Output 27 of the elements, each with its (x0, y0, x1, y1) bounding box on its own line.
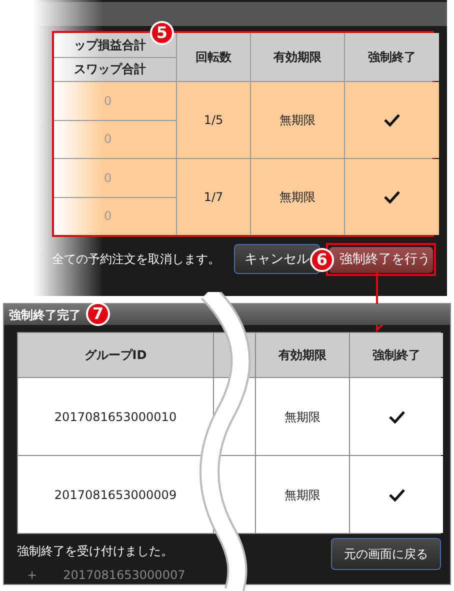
table-cell: 2017081653000009 (18, 456, 213, 533)
column-header: 回転数 (177, 33, 250, 81)
column-header: 有効期限 (251, 33, 344, 81)
table-cell: 0 (54, 82, 176, 120)
table-cell: 無期限 (251, 159, 344, 235)
table-cell: 無期限 (251, 82, 344, 158)
table-cell: 0 (54, 159, 176, 196)
column-header: 強制終了 (345, 33, 439, 81)
column-header: 強制終了 (350, 333, 443, 377)
table-cell: 2017081653000010 (18, 378, 213, 455)
group-id-text: 2017081653000007 (63, 567, 186, 584)
column-header: グループID (18, 333, 213, 377)
table-cell: 0 (54, 198, 176, 235)
table-cell: 無期限 (256, 456, 349, 533)
expand-sign: + (27, 567, 38, 584)
table-cell: 無期限 (256, 378, 349, 455)
table-cell: 0 (54, 120, 176, 158)
step-number-badge: 7 (86, 302, 110, 326)
force-close-button[interactable]: 強制終了を行う (329, 246, 433, 273)
table-cell: 1/7 (177, 159, 250, 235)
dialog-title: 強制終了完了 (9, 306, 81, 324)
column-header: スワップ合計 (54, 58, 176, 81)
confirm-message: 全ての予約注文を取消します。 (52, 251, 221, 268)
table-cell: 1/5 (177, 82, 250, 158)
complete-message: 強制終了を受け付けました。 (17, 543, 174, 560)
back-button[interactable]: 元の画面に戻る (331, 538, 441, 570)
column-header: 有効期限 (256, 333, 349, 377)
